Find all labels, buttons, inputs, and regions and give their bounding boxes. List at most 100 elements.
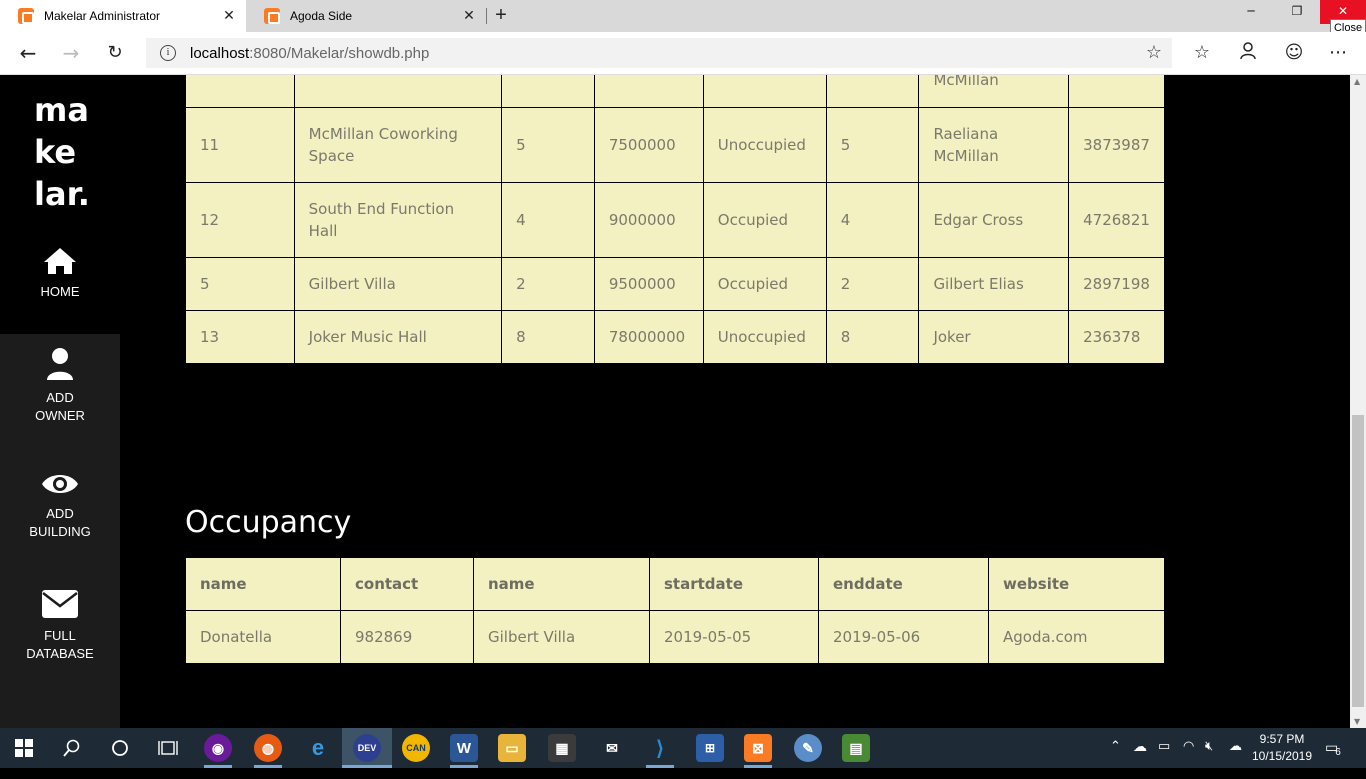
- dev-app-icon[interactable]: DEV: [353, 734, 381, 762]
- notifications-icon[interactable]: ▭6: [1325, 739, 1344, 779]
- table-cell: 2019-05-05: [649, 610, 819, 664]
- page-viewport: ma ke lar. HOME ADD OWNER ADD BUILDING F…: [0, 75, 1350, 728]
- eye-icon: [42, 475, 78, 493]
- table-header-cell: website: [988, 557, 1165, 611]
- battery-icon[interactable]: ▭: [1158, 738, 1170, 778]
- table-cell: 4726821: [1068, 182, 1165, 258]
- windows-start-icon[interactable]: [10, 734, 38, 762]
- table-cell: 4: [825, 182, 920, 258]
- table-cell: Raeliana McMillan: [918, 107, 1070, 183]
- browser-tab-bar: Makelar Administrator ✕ Agoda Side ✕ + ─…: [0, 0, 1366, 37]
- table-cell: [702, 75, 827, 108]
- sidebar-item-add-owner[interactable]: ADD OWNER: [0, 347, 120, 425]
- favorite-star-icon[interactable]: ☆: [1146, 42, 1162, 63]
- table-cell: 5: [501, 107, 595, 183]
- sidebar-item-label: ADD BUILDING: [29, 506, 91, 539]
- cortana-icon[interactable]: [106, 734, 134, 762]
- table-row: 5 Gilbert Villa 2 9500000 Occupied 2 Gilbert …: [185, 257, 1165, 311]
- table-cell: 2019-05-06: [818, 610, 989, 664]
- tor-browser-icon[interactable]: ◉: [204, 734, 232, 762]
- can-app-icon[interactable]: CAN: [402, 734, 430, 762]
- user-icon: [47, 348, 73, 380]
- table-cell: McMillan: [918, 75, 1070, 108]
- close-tab-icon[interactable]: ✕: [458, 8, 480, 24]
- restore-icon[interactable]: ❐: [1274, 0, 1320, 24]
- network-app-icon[interactable]: ⊞: [696, 734, 724, 762]
- edge-icon[interactable]: e: [304, 734, 332, 762]
- show-hidden-icons-icon[interactable]: ⌃: [1110, 738, 1121, 778]
- sidebar-item-add-building[interactable]: ADD BUILDING: [0, 471, 120, 541]
- table-header-cell: startdate: [649, 557, 819, 611]
- tab-agoda-side[interactable]: Agoda Side ✕: [246, 0, 486, 32]
- table-cell: [1068, 75, 1165, 108]
- search-icon[interactable]: [58, 734, 86, 762]
- volume-muted-icon[interactable]: 🔇︎: [1205, 738, 1213, 778]
- table-cell: 5: [185, 257, 295, 311]
- taskbar-clock[interactable]: 9:57 PM 10/15/2019: [1248, 731, 1316, 765]
- table-cell: Gilbert Villa: [473, 610, 650, 664]
- wifi-icon[interactable]: ◠: [1183, 738, 1194, 778]
- table-cell: Unoccupied: [702, 310, 827, 364]
- sync-cloud-icon[interactable]: ☁: [1229, 738, 1242, 778]
- firefox-icon[interactable]: ◍: [254, 734, 282, 762]
- table-row: 13 Joker Music Hall 8 78000000 Unoccupied 8 J…: [185, 310, 1165, 364]
- address-toolbar: ← → ↻ i localhost:8080/Makelar/showdb.ph…: [0, 32, 1366, 75]
- back-arrow-icon[interactable]: ←: [13, 40, 43, 68]
- profile-icon[interactable]: [1236, 42, 1260, 66]
- paint-icon[interactable]: ✎: [794, 734, 822, 762]
- buildings-table: McMillan 11 McMillan Coworking Space 5 7500…: [185, 75, 1165, 364]
- table-cell: 4: [501, 182, 595, 258]
- chart-app-icon[interactable]: ▤: [842, 734, 870, 762]
- feedback-smiley-icon[interactable]: ☺: [1282, 42, 1306, 66]
- table-cell: Gilbert Elias: [918, 257, 1070, 311]
- table-header-row: name contact name startdate enddate website: [185, 557, 1165, 611]
- table-cell: Joker Music Hall: [293, 310, 503, 364]
- scroll-up-icon[interactable]: ▲: [1354, 77, 1360, 86]
- scroll-down-icon[interactable]: ▼: [1354, 717, 1360, 726]
- favorites-list-icon[interactable]: ☆: [1190, 42, 1214, 66]
- store-icon[interactable]: ▦: [548, 734, 576, 762]
- file-explorer-icon[interactable]: ▭: [498, 734, 526, 762]
- new-tab-icon[interactable]: +: [490, 4, 512, 28]
- table-cell: 2: [501, 257, 595, 311]
- table-cell: Gilbert Villa: [293, 257, 503, 311]
- mail-icon[interactable]: ✉: [598, 734, 626, 762]
- table-cell: 236378: [1068, 310, 1165, 364]
- table-cell: 9000000: [593, 182, 704, 258]
- sidebar-item-label: ADD OWNER: [35, 390, 85, 423]
- windows-taskbar: ◉ ◍ e DEV CAN W ▭ ▦ ✉ ⟩ ⊞ ⊠ ✎ ▤ ⌃ ☁ ▭ ◠ …: [0, 728, 1366, 768]
- info-icon[interactable]: i: [160, 45, 176, 61]
- sidebar-item-full-database[interactable]: FULL DATABASE: [0, 589, 120, 663]
- clock-date: 10/15/2019: [1251, 749, 1313, 763]
- sidebar-item-label: FULL DATABASE: [26, 628, 94, 661]
- sidebar-item-home[interactable]: HOME: [0, 247, 120, 301]
- close-tab-icon[interactable]: ✕: [218, 8, 240, 24]
- xampp-favicon-icon: [18, 8, 34, 24]
- table-header-cell: contact: [340, 557, 474, 611]
- table-cell: 78000000: [593, 310, 704, 364]
- table-cell: 11: [185, 107, 295, 183]
- page-scrollbar[interactable]: ▲ ▼: [1350, 75, 1366, 728]
- tab-title: Makelar Administrator: [44, 9, 161, 23]
- table-cell: 3873987: [1068, 107, 1165, 183]
- word-icon[interactable]: W: [450, 734, 478, 762]
- more-options-icon[interactable]: ⋯: [1326, 42, 1350, 66]
- onedrive-cloud-icon[interactable]: ☁: [1133, 738, 1147, 778]
- vscode-icon[interactable]: ⟩: [646, 734, 674, 762]
- scrollbar-thumb[interactable]: [1352, 415, 1364, 707]
- xampp-icon[interactable]: ⊠: [744, 734, 772, 762]
- table-cell: 5: [825, 107, 920, 183]
- notification-count: 6: [1335, 747, 1341, 758]
- task-view-icon[interactable]: [154, 734, 182, 762]
- table-cell: Unoccupied: [702, 107, 827, 183]
- refresh-icon[interactable]: ↻: [100, 40, 130, 68]
- url-field[interactable]: i localhost:8080/Makelar/showdb.php ☆: [146, 38, 1172, 68]
- table-row: 12 South End Function Hall 4 9000000 Occupi…: [185, 182, 1165, 258]
- minimize-icon[interactable]: ─: [1228, 0, 1274, 24]
- table-cell: Agoda.com: [988, 610, 1165, 664]
- url-text: localhost:8080/Makelar/showdb.php: [190, 44, 430, 62]
- tab-makelar-administrator[interactable]: Makelar Administrator ✕: [0, 0, 246, 32]
- table-cell: South End Function Hall: [293, 182, 503, 258]
- sidebar: ma ke lar. HOME ADD OWNER ADD BUILDING F…: [0, 75, 120, 728]
- forward-arrow-icon[interactable]: →: [56, 40, 86, 68]
